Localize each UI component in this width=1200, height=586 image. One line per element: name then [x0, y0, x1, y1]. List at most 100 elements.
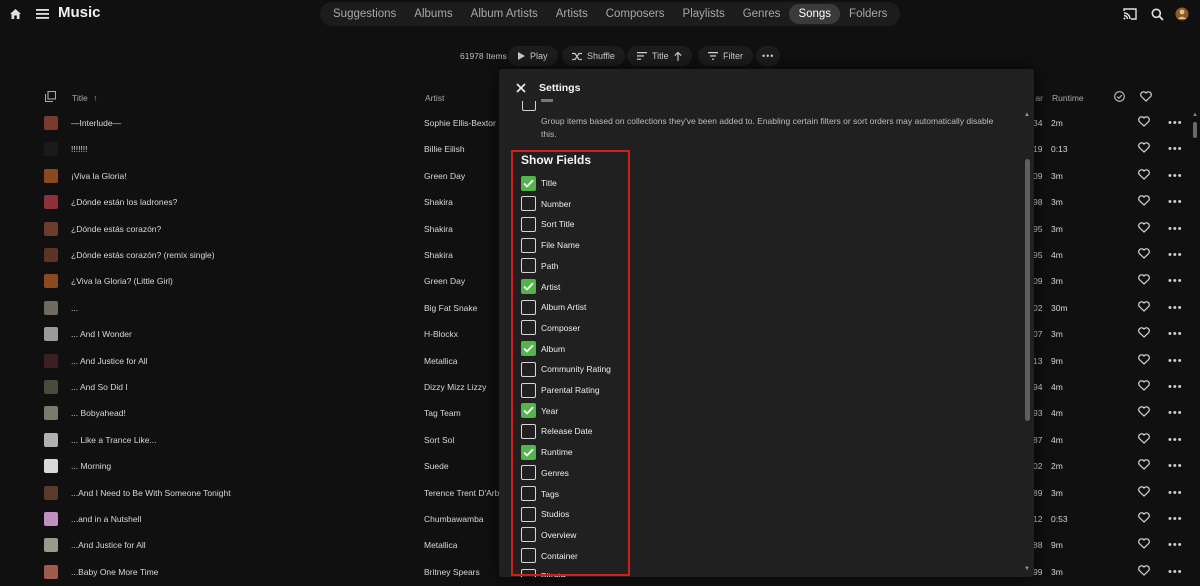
song-title[interactable]: !!!!!!! [71, 144, 88, 154]
favorite-heart-icon[interactable] [1138, 274, 1150, 287]
tab-folders[interactable]: Folders [840, 4, 896, 24]
field-sort-title[interactable]: Sort Title [521, 216, 575, 232]
album-art-thumbnail[interactable] [44, 538, 58, 553]
field-parental-rating[interactable]: Parental Rating [521, 382, 600, 398]
album-art-thumbnail[interactable] [44, 221, 58, 236]
sort-button[interactable]: Title [627, 46, 692, 66]
row-more-icon[interactable]: ••• [1168, 487, 1183, 499]
user-avatar[interactable] [1174, 6, 1190, 22]
unchecked-checkbox[interactable] [521, 506, 536, 522]
song-artist[interactable]: Suede [424, 461, 500, 471]
favorite-heart-icon[interactable] [1138, 538, 1150, 551]
tab-album-artists[interactable]: Album Artists [462, 4, 547, 24]
song-title[interactable]: ¿Dónde están los ladrones? [71, 197, 177, 207]
unchecked-checkbox[interactable] [521, 258, 536, 274]
tab-songs[interactable]: Songs [789, 4, 841, 24]
favorite-heart-icon[interactable] [1138, 301, 1150, 314]
select-all-icon[interactable] [44, 90, 57, 104]
column-title-header[interactable]: Title ↑ [72, 93, 97, 103]
album-art-thumbnail[interactable] [44, 116, 58, 130]
field-studios[interactable]: Studios [521, 506, 569, 522]
row-more-icon[interactable]: ••• [1168, 275, 1183, 287]
song-artist[interactable]: Big Fat Snake [424, 303, 500, 313]
song-title[interactable]: ...and in a Nutshell [71, 514, 141, 524]
album-art-thumbnail[interactable] [44, 406, 58, 421]
unchecked-checkbox[interactable] [521, 423, 536, 439]
filter-button[interactable]: Filter [698, 46, 753, 66]
field-title[interactable]: Title [521, 175, 557, 191]
row-more-icon[interactable]: ••• [1168, 434, 1183, 446]
field-album[interactable]: Album [521, 341, 565, 357]
field-container[interactable]: Container [521, 548, 578, 564]
row-more-icon[interactable]: ••• [1168, 143, 1183, 155]
row-more-icon[interactable]: ••• [1168, 381, 1183, 393]
song-title[interactable]: ... Bobyahead! [71, 408, 126, 418]
song-title[interactable]: ¿Dónde estás corazón? (remix single) [71, 250, 215, 260]
field-artist[interactable]: Artist [521, 279, 560, 295]
song-title[interactable]: ... And So Did I [71, 382, 128, 392]
field-file-name[interactable]: File Name [521, 237, 580, 253]
tab-albums[interactable]: Albums [405, 4, 461, 24]
tab-playlists[interactable]: Playlists [674, 4, 734, 24]
played-column-icon[interactable] [1114, 91, 1125, 104]
field-composer[interactable]: Composer [521, 320, 580, 336]
unchecked-checkbox[interactable] [521, 299, 536, 315]
column-artist-header[interactable]: Artist [425, 93, 444, 103]
field-number[interactable]: Number [521, 196, 571, 212]
favorite-heart-icon[interactable] [1138, 195, 1150, 208]
row-more-icon[interactable]: ••• [1168, 196, 1183, 208]
search-icon[interactable] [1149, 6, 1165, 22]
field-community-rating[interactable]: Community Rating [521, 361, 611, 377]
home-icon[interactable] [7, 6, 23, 22]
song-artist[interactable]: Metallica [424, 356, 500, 366]
song-title[interactable]: ... And Justice for All [71, 356, 148, 366]
row-more-icon[interactable]: ••• [1168, 249, 1183, 261]
favorite-heart-icon[interactable] [1138, 116, 1150, 129]
song-artist[interactable]: Dizzy Mizz Lizzy [424, 382, 500, 392]
unchecked-checkbox[interactable] [521, 320, 536, 336]
song-artist[interactable]: Shakira [424, 224, 500, 234]
tab-suggestions[interactable]: Suggestions [324, 4, 405, 24]
checked-checkbox[interactable] [521, 403, 536, 419]
favorite-heart-icon[interactable] [1138, 353, 1150, 367]
song-artist[interactable]: Green Day [424, 171, 500, 181]
album-art-thumbnail[interactable] [44, 168, 58, 183]
tab-genres[interactable]: Genres [734, 4, 790, 24]
album-art-thumbnail[interactable] [44, 432, 58, 447]
cast-icon[interactable] [1122, 6, 1138, 22]
favorite-heart-icon[interactable] [1138, 327, 1150, 340]
album-art-thumbnail[interactable] [44, 248, 58, 262]
row-more-icon[interactable]: ••• [1168, 566, 1183, 578]
song-artist[interactable]: Sort Sol [424, 435, 500, 445]
more-options-button[interactable]: ••• [756, 46, 781, 66]
shuffle-button[interactable]: Shuffle [562, 46, 625, 66]
song-title[interactable]: ... And I Wonder [71, 329, 132, 339]
album-art-thumbnail[interactable] [44, 142, 58, 157]
song-title[interactable]: ¡Viva la Gloria! [71, 171, 127, 181]
album-art-thumbnail[interactable] [44, 353, 58, 368]
favorite-heart-icon[interactable] [1138, 169, 1150, 182]
scroll-up-arrow[interactable]: ▲ [1192, 112, 1198, 118]
play-button[interactable]: Play [508, 46, 558, 66]
song-artist[interactable]: Green Day [424, 276, 500, 286]
favorite-heart-icon[interactable] [1138, 380, 1150, 393]
unchecked-checkbox[interactable] [521, 465, 536, 481]
song-artist[interactable]: Britney Spears [424, 567, 500, 577]
tab-composers[interactable]: Composers [597, 4, 674, 24]
song-artist[interactable]: Billie Eilish [424, 144, 500, 154]
field-year[interactable]: Year [521, 403, 558, 419]
album-art-thumbnail[interactable] [44, 485, 58, 500]
favorite-heart-icon[interactable] [1138, 485, 1150, 499]
row-more-icon[interactable]: ••• [1168, 407, 1183, 419]
song-artist[interactable]: Sophie Ellis-Bextor [424, 118, 500, 128]
favorite-heart-icon[interactable] [1138, 433, 1150, 446]
unchecked-checkbox[interactable] [521, 237, 536, 253]
unchecked-checkbox[interactable] [521, 568, 536, 577]
favorite-heart-icon[interactable] [1138, 406, 1150, 419]
song-title[interactable]: ... Morning [71, 461, 111, 471]
album-art-thumbnail[interactable] [44, 300, 58, 315]
song-title[interactable]: ...Baby One More Time [71, 567, 158, 577]
checked-checkbox[interactable] [521, 444, 536, 460]
row-more-icon[interactable]: ••• [1168, 513, 1183, 525]
song-artist[interactable]: Metallica [424, 540, 500, 550]
